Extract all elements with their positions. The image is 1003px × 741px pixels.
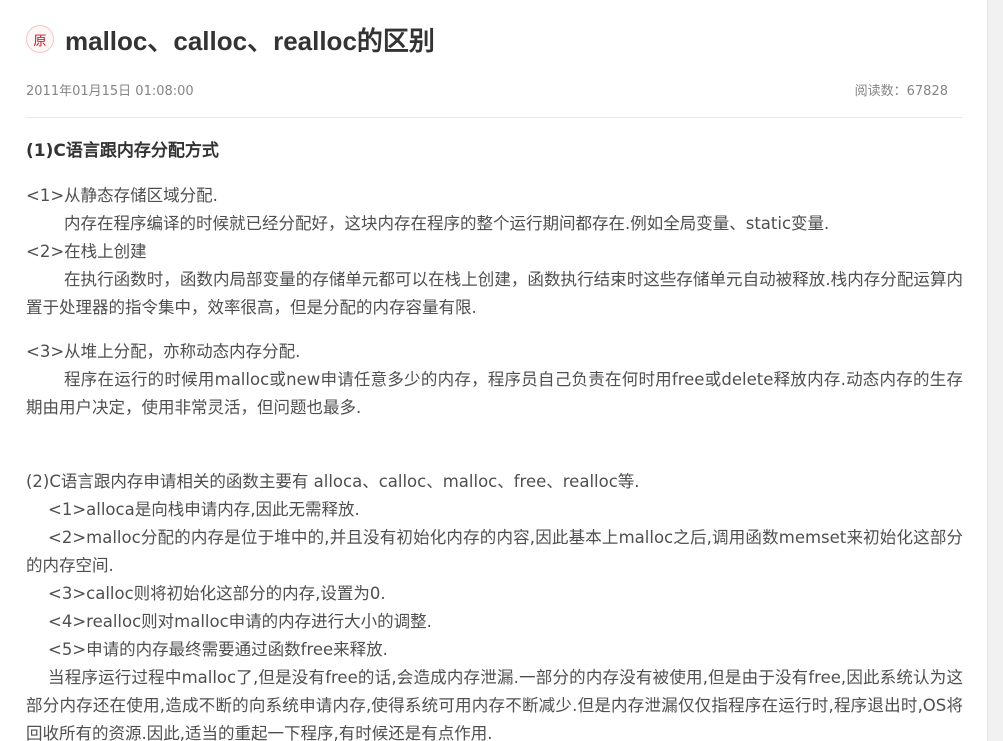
item-2: <2>malloc分配的内存是位于堆中的,并且没有初始化内存的内容,因此基本上m…	[26, 528, 963, 575]
meta-divider	[26, 117, 963, 118]
p2-head: <2>在栈上创建	[26, 242, 147, 261]
article-title: malloc、calloc、realloc的区别	[65, 25, 435, 56]
original-badge: 原	[26, 25, 54, 53]
read-count: 阅读数：67828	[854, 84, 948, 99]
p3-head: <3>从堆上分配，亦称动态内存分配.	[26, 342, 301, 361]
publish-date: 2011年01月15日 01:08:00	[26, 84, 194, 99]
item-5: <5>申请的内存最终需要通过函数free来释放.	[48, 640, 388, 659]
item-3: <3>calloc则将初始化这部分的内存,设置为0.	[48, 584, 386, 603]
item-4: <4>realloc则对malloc申请的内存进行大小的调整.	[48, 612, 432, 631]
p3-body: 程序在运行的时候用malloc或new申请任意多少的内存，程序员自己负责在何时用…	[26, 370, 963, 417]
leak-paragraph: 当程序运行过程中malloc了,但是没有free的话,会造成内存泄漏.一部分的内…	[26, 668, 963, 741]
section2-heading: (2)C语言跟内存申请相关的函数主要有 alloca、calloc、malloc…	[26, 472, 640, 491]
item-1: <1>alloca是向栈申请内存,因此无需释放.	[48, 500, 360, 519]
title-row: 原 malloc、calloc、realloc的区别	[26, 22, 435, 56]
article-meta: 2011年01月15日 01:08:00 阅读数：67828	[26, 80, 948, 99]
p2-body: 在执行函数时，函数内局部变量的存储单元都可以在栈上创建，函数执行结束时这些存储单…	[26, 270, 963, 317]
p1-body: 内存在程序编译的时候就已经分配好，这块内存在程序的整个运行期间都存在.例如全局变…	[64, 214, 830, 233]
article-content[interactable]: (1)C语言跟内存分配方式 <1>从静态存储区域分配. 内存在程序编译的时候就已…	[26, 137, 963, 741]
section1-heading: (1)C语言跟内存分配方式	[26, 141, 219, 161]
vertical-scrollbar[interactable]	[987, 0, 1003, 741]
article-page: 原 malloc、calloc、realloc的区别 2011年01月15日 0…	[0, 0, 1003, 741]
p1-head: <1>从静态存储区域分配.	[26, 186, 218, 205]
